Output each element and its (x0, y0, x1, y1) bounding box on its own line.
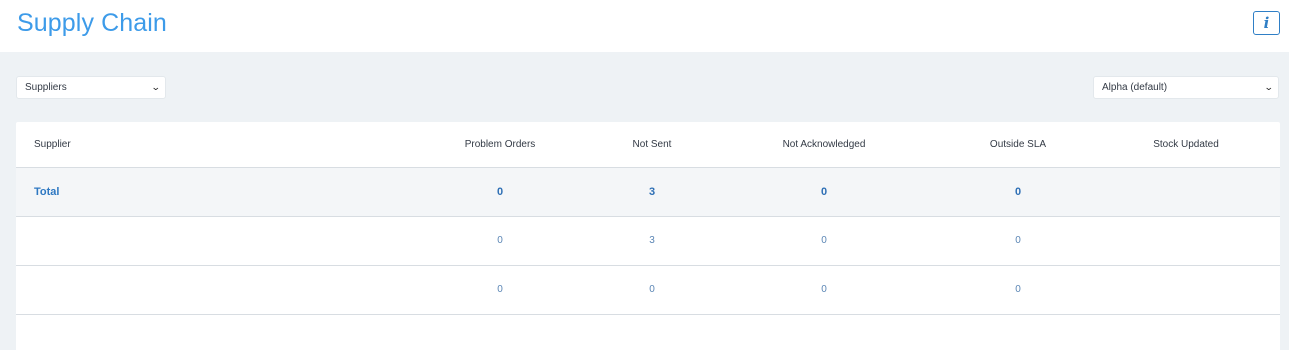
total-label[interactable]: Total (34, 186, 59, 198)
column-header-not-acknowledged[interactable]: Not Acknowledged (764, 139, 884, 150)
view-select[interactable]: Suppliers ⌄ (16, 76, 166, 99)
table-row: 0 0 0 0 (16, 266, 1280, 315)
sort-select-value: Alpha (default) (1102, 82, 1168, 93)
chevron-down-icon: ⌄ (151, 82, 162, 92)
table-header: Supplier Problem Orders Not Sent Not Ack… (16, 122, 1280, 168)
problem-orders-cell[interactable]: 0 (460, 284, 540, 295)
total-not-acknowledged[interactable]: 0 (764, 186, 884, 198)
outside-sla-cell[interactable]: 0 (978, 284, 1058, 295)
column-header-supplier[interactable]: Supplier (34, 139, 71, 150)
not-sent-cell[interactable]: 0 (612, 284, 692, 295)
total-not-sent[interactable]: 3 (612, 186, 692, 198)
not-acknowledged-cell[interactable]: 0 (764, 235, 884, 246)
chevron-down-icon: ⌄ (1264, 82, 1275, 92)
page-title: Supply Chain (17, 9, 167, 37)
total-outside-sla[interactable]: 0 (978, 186, 1058, 198)
column-header-problem-orders[interactable]: Problem Orders (460, 139, 540, 150)
not-acknowledged-cell[interactable]: 0 (764, 284, 884, 295)
sort-select[interactable]: Alpha (default) ⌄ (1093, 76, 1279, 99)
outside-sla-cell[interactable]: 0 (978, 235, 1058, 246)
problem-orders-cell[interactable]: 0 (460, 235, 540, 246)
column-header-outside-sla[interactable]: Outside SLA (978, 139, 1058, 150)
main-content: Suppliers ⌄ Alpha (default) ⌄ Supplier P… (0, 52, 1289, 352)
not-sent-cell[interactable]: 3 (612, 235, 692, 246)
column-header-stock-updated[interactable]: Stock Updated (1146, 139, 1226, 150)
supplier-table: Supplier Problem Orders Not Sent Not Ack… (16, 122, 1280, 352)
info-icon: i (1263, 14, 1270, 32)
view-select-value: Suppliers (25, 82, 67, 93)
table-row-total: Total 0 3 0 0 (16, 168, 1280, 217)
column-header-not-sent[interactable]: Not Sent (612, 139, 692, 150)
info-button[interactable]: i (1253, 11, 1280, 35)
table-row: 0 3 0 0 (16, 217, 1280, 266)
total-problem-orders[interactable]: 0 (460, 186, 540, 198)
page-header: Supply Chain i (0, 0, 1289, 52)
